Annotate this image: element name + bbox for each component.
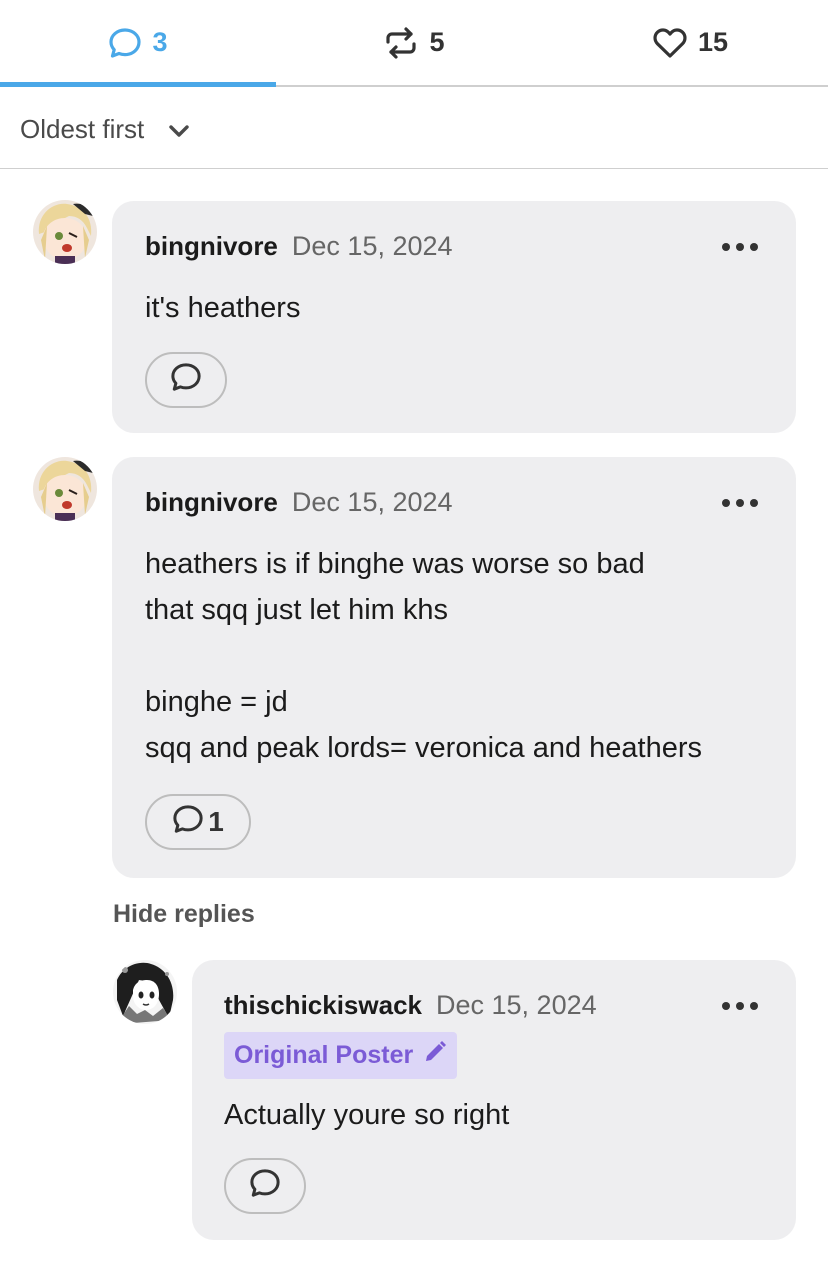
likes-count: 15 bbox=[697, 27, 729, 57]
reply-date: Dec 15, 2024 bbox=[436, 990, 597, 1020]
tab-comments[interactable]: 3 bbox=[0, 0, 276, 85]
sort-label: Oldest first bbox=[20, 113, 145, 144]
more-options-icon[interactable] bbox=[722, 1002, 758, 1010]
comment-meta: bingnivore Dec 15, 2024 bbox=[145, 231, 453, 262]
comment-date: Dec 15, 2024 bbox=[291, 231, 453, 261]
reply-count: 1 bbox=[208, 806, 224, 837]
chevron-down-icon bbox=[168, 114, 190, 145]
comment-date: Dec 15, 2024 bbox=[291, 487, 453, 517]
comment-username[interactable]: bingnivore bbox=[145, 231, 278, 262]
divider bbox=[0, 168, 828, 169]
comment-text-line: sqq and peak lords= veronica and heather… bbox=[145, 732, 703, 764]
comment-card: bingnivore Dec 15, 2024 it's heathers bbox=[112, 201, 796, 433]
more-options-icon[interactable] bbox=[722, 499, 758, 507]
reply-button[interactable] bbox=[224, 1158, 306, 1214]
comment-icon bbox=[108, 27, 142, 59]
comment-text-line: heathers is if binghe was worse so bad bbox=[145, 548, 645, 580]
reply-button[interactable]: 1 bbox=[145, 794, 251, 850]
avatar[interactable] bbox=[113, 960, 177, 1024]
tab-likes[interactable]: 15 bbox=[552, 0, 828, 85]
reply-meta: thischickiswack Dec 15, 2024 bbox=[224, 990, 597, 1021]
reblog-icon bbox=[383, 26, 419, 60]
comment-username[interactable]: bingnivore bbox=[145, 487, 278, 518]
comment-card: bingnivore Dec 15, 2024 heathers is if b… bbox=[112, 457, 796, 878]
reblogs-count: 5 bbox=[429, 27, 445, 57]
heart-icon bbox=[652, 27, 688, 59]
reply-text: Actually youre so right bbox=[224, 1099, 510, 1131]
activity-tabs: 3 5 15 bbox=[0, 0, 828, 87]
more-options-icon[interactable] bbox=[722, 243, 758, 251]
avatar[interactable] bbox=[33, 457, 97, 521]
reply-icon bbox=[170, 362, 202, 399]
comment-text-line: binghe = jd bbox=[145, 686, 288, 718]
tab-reblogs[interactable]: 5 bbox=[276, 0, 552, 85]
comment-meta: bingnivore Dec 15, 2024 bbox=[145, 487, 453, 518]
comments-count: 3 bbox=[152, 27, 168, 57]
reply-icon bbox=[249, 1168, 281, 1205]
comment-text: it's heathers bbox=[145, 292, 301, 324]
reply-icon bbox=[172, 804, 204, 841]
reply-card: thischickiswack Dec 15, 2024 Actually yo… bbox=[192, 960, 796, 1240]
original-poster-badge: Original Poster bbox=[224, 1032, 458, 1079]
reply-username[interactable]: thischickiswack bbox=[224, 990, 422, 1021]
comment-text-line: that sqq just let him khs bbox=[145, 594, 449, 626]
reply-button[interactable] bbox=[145, 352, 227, 408]
sort-dropdown[interactable]: Oldest first bbox=[20, 100, 190, 158]
pencil-icon bbox=[423, 1040, 447, 1071]
active-tab-indicator bbox=[0, 82, 276, 87]
avatar[interactable] bbox=[33, 200, 97, 264]
hide-replies-link[interactable]: Hide replies bbox=[113, 900, 255, 929]
badge-label: Original Poster bbox=[234, 1041, 414, 1069]
